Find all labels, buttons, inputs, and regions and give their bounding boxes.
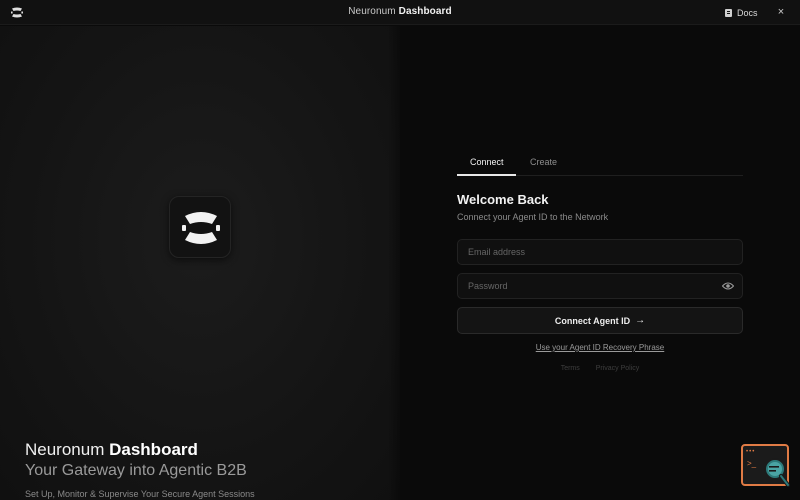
magnifier-icon (764, 458, 790, 487)
active-tab-indicator (457, 174, 516, 176)
auth-tabs: Connect Create (457, 152, 743, 176)
hero-tagline: Set Up, Monitor & Supervise Your Secure … (25, 489, 255, 499)
terms-link[interactable]: Terms (561, 365, 580, 372)
window-title: Neuronum Dashboard (0, 6, 800, 17)
window-title-bold: Dashboard (398, 6, 452, 17)
arrow-right-icon: → (635, 315, 646, 326)
close-button[interactable]: × (775, 5, 787, 19)
password-field-wrapper (457, 273, 743, 299)
docs-label: Docs (737, 7, 758, 18)
connect-agent-id-button[interactable]: Connect Agent ID → (457, 307, 743, 334)
title-bar: Neuronum Dashboard Docs × (0, 0, 800, 25)
hero-title-bold: Dashboard (109, 440, 198, 459)
terminal-prompt-icon: >_ (747, 459, 757, 468)
neuronum-logo-icon (182, 212, 220, 244)
tab-create[interactable]: Create (530, 157, 557, 167)
footer-links: Terms Privacy Policy (457, 365, 743, 372)
hero-title-prefix: Neuronum (25, 440, 105, 459)
recovery-phrase-link[interactable]: Use your Agent ID Recovery Phrase (457, 343, 743, 352)
close-icon: × (777, 6, 785, 18)
email-field[interactable] (458, 240, 742, 264)
email-field-wrapper (457, 239, 743, 265)
logo-tile (169, 196, 231, 258)
document-icon (725, 8, 732, 17)
docs-button[interactable]: Docs (725, 6, 758, 19)
tab-connect[interactable]: Connect (470, 157, 504, 167)
welcome-title: Welcome Back (457, 192, 549, 207)
welcome-subtitle: Connect your Agent ID to the Network (457, 212, 609, 222)
hero-title: Neuronum Dashboard (25, 440, 198, 460)
window-title-prefix: Neuronum (348, 6, 396, 17)
hero-subtitle: Your Gateway into Agentic B2B (25, 462, 247, 479)
password-field[interactable] (458, 274, 742, 298)
privacy-policy-link[interactable]: Privacy Policy (596, 365, 640, 372)
connect-button-label: Connect Agent ID (554, 315, 631, 326)
hero-panel: Neuronum Dashboard Your Gateway into Age… (0, 26, 400, 500)
window-dots-icon: ••• (746, 449, 756, 455)
eye-icon[interactable] (722, 281, 734, 291)
auth-panel: Connect Create Welcome Back Connect your… (400, 26, 800, 500)
